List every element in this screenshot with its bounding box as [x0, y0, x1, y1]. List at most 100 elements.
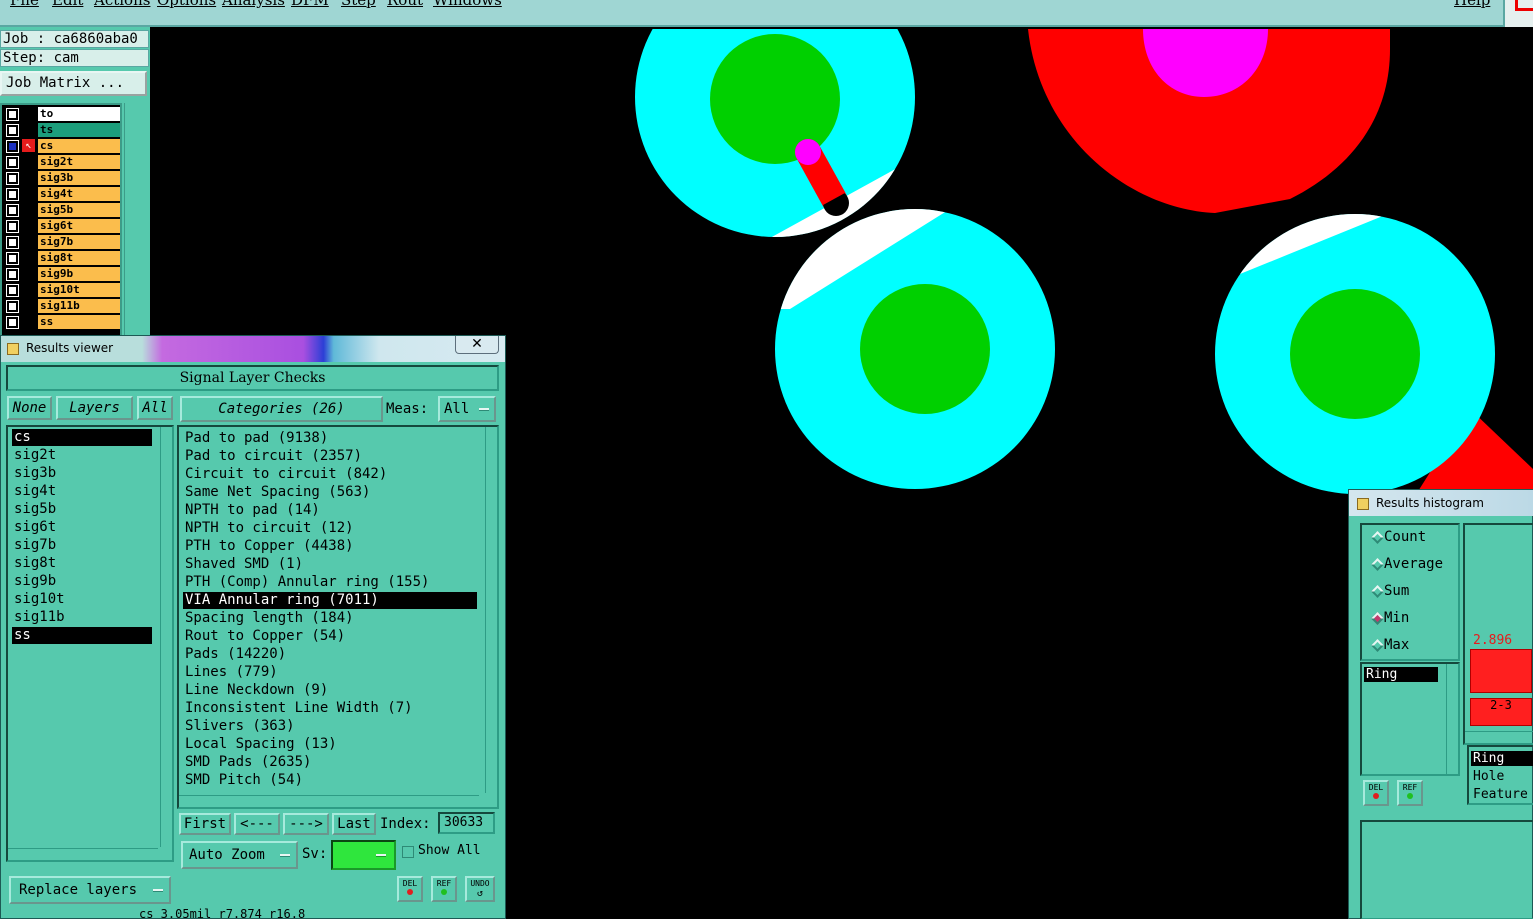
list-item[interactable]: sig3b	[12, 465, 56, 482]
checkbox-icon[interactable]	[6, 124, 19, 137]
del-button[interactable]: DEL	[1363, 780, 1389, 806]
ref-button[interactable]: REF	[1397, 780, 1423, 806]
list-item[interactable]: sig4t	[12, 483, 56, 500]
layer-label[interactable]: sig9b	[38, 267, 120, 281]
menu-edit[interactable]: Edit	[52, 0, 83, 9]
ref-button[interactable]: REF	[431, 876, 457, 902]
histogram-list-vscrollbar[interactable]	[1446, 664, 1458, 774]
list-item[interactable]: Local Spacing (13)	[183, 736, 337, 753]
checkbox-icon[interactable]	[6, 252, 19, 265]
last-button[interactable]: Last	[332, 813, 376, 835]
layer-row[interactable]: sig9b	[2, 266, 122, 282]
histogram-titlebar[interactable]: Results histogram	[1349, 490, 1533, 516]
checkbox-icon[interactable]	[6, 316, 19, 329]
histogram-bar[interactable]	[1470, 649, 1532, 693]
checkbox-icon[interactable]	[6, 156, 19, 169]
menu-file[interactable]: File	[10, 0, 39, 9]
list-item[interactable]: Pad to circuit (2357)	[183, 448, 362, 465]
checkbox-icon[interactable]	[6, 236, 19, 249]
layer-label[interactable]: sig3b	[38, 171, 120, 185]
list-item[interactable]: Line Neckdown (9)	[183, 682, 328, 699]
job-matrix-button[interactable]: Job Matrix ...	[0, 71, 147, 96]
layer-list-vscrollbar[interactable]	[160, 427, 172, 847]
list-item[interactable]: SMD Pads (2635)	[183, 754, 311, 771]
list-item[interactable]: PTH to Copper (4438)	[183, 538, 354, 555]
list-item[interactable]: Lines (779)	[183, 664, 278, 681]
checkbox-icon[interactable]	[6, 284, 19, 297]
checkbox-icon[interactable]	[6, 108, 19, 121]
close-button[interactable]: ✕	[455, 336, 499, 354]
layer-list-scrollbar[interactable]	[124, 103, 148, 353]
list-item[interactable]: Slivers (363)	[183, 718, 295, 735]
prev-button[interactable]: <---	[234, 813, 280, 835]
layer-row[interactable]: ss	[2, 314, 122, 330]
layer-row[interactable]: sig6t	[2, 218, 122, 234]
layer-label[interactable]: sig7b	[38, 235, 120, 249]
layer-row[interactable]: ts	[2, 122, 122, 138]
menu-dfm[interactable]: DFM	[291, 0, 329, 9]
severity-dropdown[interactable]	[331, 840, 396, 870]
layer-row[interactable]: sig2t	[2, 154, 122, 170]
list-item-selected[interactable]: Ring	[1471, 751, 1533, 766]
layer-row[interactable]: to	[2, 106, 122, 122]
list-item[interactable]: Pad to pad (9138)	[183, 430, 328, 447]
list-item[interactable]: sig9b	[12, 573, 56, 590]
list-item-selected[interactable]: Ring	[1364, 667, 1438, 682]
menu-help[interactable]: Help	[1454, 0, 1490, 9]
layer-label[interactable]: ts	[38, 123, 120, 137]
menu-windows[interactable]: Windows	[433, 0, 502, 9]
first-button[interactable]: First	[179, 813, 231, 835]
list-item[interactable]: sig5b	[12, 501, 56, 518]
layer-row[interactable]: ↖ cs	[2, 138, 122, 154]
menu-actions[interactable]: Actions	[94, 0, 150, 9]
categories-hscrollbar[interactable]	[179, 795, 479, 807]
list-item[interactable]: Circuit to circuit (842)	[183, 466, 387, 483]
list-item[interactable]: Pads (14220)	[183, 646, 286, 663]
via-pad-2[interactable]	[750, 209, 1055, 489]
list-item[interactable]: Rout to Copper (54)	[183, 628, 345, 645]
layer-row[interactable]: sig4t	[2, 186, 122, 202]
checkbox-icon[interactable]	[6, 268, 19, 281]
checkbox-icon[interactable]	[6, 300, 19, 313]
menu-step[interactable]: Step	[341, 0, 376, 9]
list-item[interactable]: sig11b	[12, 609, 65, 626]
checkbox-icon[interactable]	[6, 140, 19, 153]
histogram-bin[interactable]: 2-3	[1470, 698, 1532, 726]
list-item[interactable]: sig7b	[12, 537, 56, 554]
histogram-hscrollbar[interactable]	[1465, 731, 1533, 743]
layer-label[interactable]: ss	[38, 315, 120, 329]
list-item[interactable]: cs	[12, 429, 152, 446]
del-button[interactable]: DEL	[397, 876, 423, 902]
checkbox-icon[interactable]	[6, 220, 19, 233]
list-item[interactable]: NPTH to circuit (12)	[183, 520, 354, 537]
menu-options[interactable]: Options	[157, 0, 216, 9]
list-item[interactable]: SMD Pitch (54)	[183, 772, 303, 789]
list-item[interactable]: sig8t	[12, 555, 56, 572]
replace-layers-dropdown[interactable]: Replace layers	[9, 876, 171, 904]
list-item[interactable]: Shaved SMD (1)	[183, 556, 303, 573]
radio-min[interactable]: Min	[1371, 610, 1409, 626]
layer-label[interactable]: sig11b	[38, 299, 120, 313]
list-item[interactable]: ss	[12, 627, 152, 644]
via-pad-3[interactable]	[1200, 209, 1533, 504]
list-item[interactable]: PTH (Comp) Annular ring (155)	[183, 574, 429, 591]
checkbox-icon[interactable]	[6, 204, 19, 217]
list-item[interactable]: sig10t	[12, 591, 65, 608]
list-item[interactable]: Spacing length (184)	[183, 610, 354, 627]
list-item[interactable]: Feature	[1473, 787, 1528, 802]
layer-label[interactable]: cs	[38, 139, 120, 153]
layer-list-hscrollbar[interactable]	[8, 848, 158, 860]
layer-label[interactable]: sig4t	[38, 187, 120, 201]
categories-button[interactable]: Categories (26)	[180, 396, 383, 422]
undo-button[interactable]: UNDO ↺	[465, 876, 495, 902]
list-item[interactable]: Same Net Spacing (563)	[183, 484, 370, 501]
layer-row[interactable]: sig11b	[2, 298, 122, 314]
menu-rout[interactable]: Rout	[387, 0, 423, 9]
show-all-checkbox[interactable]	[402, 846, 414, 858]
checkbox-icon[interactable]	[6, 172, 19, 185]
layer-label[interactable]: sig2t	[38, 155, 120, 169]
layer-row[interactable]: sig3b	[2, 170, 122, 186]
radio-count[interactable]: Count	[1371, 529, 1426, 545]
list-item[interactable]: sig6t	[12, 519, 56, 536]
layer-label[interactable]: sig5b	[38, 203, 120, 217]
